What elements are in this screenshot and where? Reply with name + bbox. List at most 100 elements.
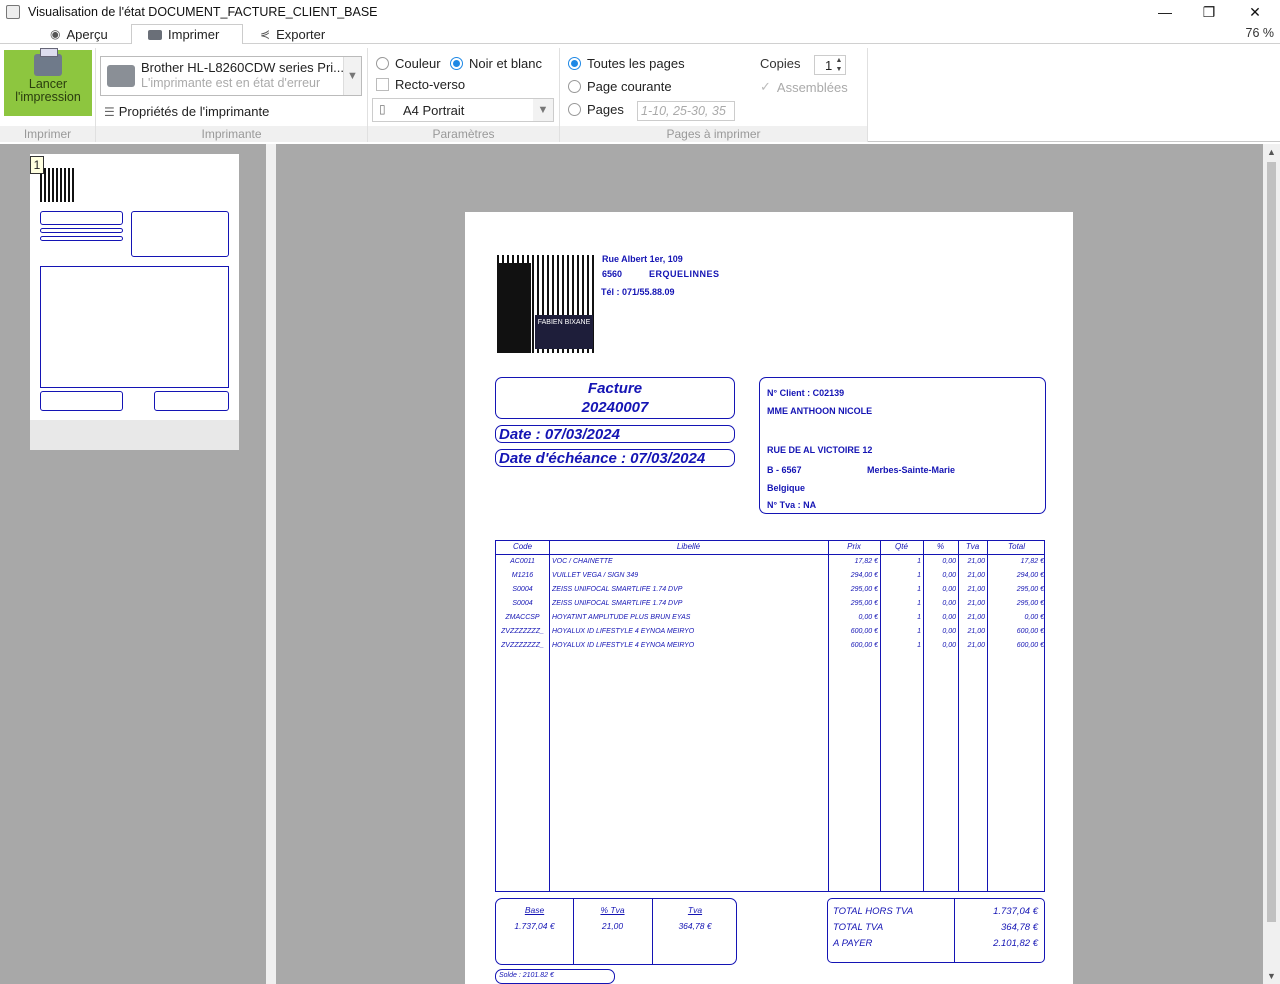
cell-tva: 21,00 (967, 642, 985, 649)
tab-label: Exporter (276, 26, 326, 42)
cell-tva: 21,00 (967, 572, 985, 579)
cell-pct: 0,00 (942, 572, 956, 579)
th-tva: Tva (965, 542, 980, 551)
launch-print-button[interactable]: Lancer l'impression (4, 48, 92, 116)
duplex-checkbox[interactable]: Recto-verso (376, 77, 465, 92)
color-radio[interactable]: Couleur (376, 56, 441, 71)
tab-bar: ◉ Aperçu Imprimer ⋞ Exporter 76 % (0, 24, 1280, 45)
copies-text: Copies (760, 56, 801, 71)
cell-price: 600,00 € (850, 628, 878, 635)
zoom-level: 76 % (1245, 26, 1275, 40)
all-pages-radio[interactable]: Toutes les pages (568, 56, 685, 71)
radio-icon (568, 103, 581, 116)
totals-box: TOTAL HORS TVA 1.737,04 € TOTAL TVA 364,… (827, 898, 1045, 963)
thumb-header-box (40, 211, 123, 225)
total-tva-label: TOTAL TVA (833, 922, 884, 933)
printer-icon (107, 65, 135, 87)
client-vat: N° Tva : NA (767, 500, 817, 510)
vertical-scrollbar[interactable]: ▲ ▼ (1263, 144, 1280, 984)
page-thumbnail[interactable] (30, 154, 239, 450)
close-button[interactable]: ✕ (1232, 0, 1278, 24)
th-total: Total (1007, 542, 1026, 551)
cell-label: VUILLET VEGA / SIGN 349 (552, 572, 639, 579)
copies-label: Copies (760, 56, 800, 71)
chevron-down-icon: ▼ (533, 99, 553, 121)
cell-qty: 1 (917, 614, 921, 621)
preview-viewer: FABIEN BIXANE Rue Albert 1er, 109 6560 E… (276, 144, 1263, 984)
thumb-table (40, 266, 229, 388)
scrollbar-thumb[interactable] (1267, 162, 1276, 922)
scroll-down-icon[interactable]: ▼ (1263, 968, 1280, 984)
tab-exporter[interactable]: ⋞ Exporter (260, 24, 350, 44)
collated-label: Assemblées (776, 79, 848, 95)
cell-code: ZVZZZZZZZ_ (501, 642, 544, 649)
checkmark-icon: ✓ (760, 79, 771, 94)
cell-price: 294,00 € (850, 572, 878, 579)
cell-tva: 21,00 (967, 586, 985, 593)
group-pages: Toutes les pages Page courante Pages 1-1… (560, 48, 868, 142)
launch-label-2: l'impression (15, 90, 81, 104)
cell-code: S0004 (512, 600, 533, 607)
current-page-radio[interactable]: Page courante (568, 79, 672, 94)
table-header: Code Libellé Prix Qté % Tva Total (496, 541, 1044, 555)
thumb-logo (40, 168, 74, 202)
cell-qty: 1 (917, 600, 921, 607)
duplex-label: Recto-verso (395, 77, 466, 92)
table-row: AC0011 VOC / CHAINETTE 17,82 € 1 0,00 21,00 17… (496, 555, 1044, 569)
date-box: Date : 07/03/2024 (495, 425, 735, 443)
paper-select[interactable]: ▯ A4 Portrait ▼ (372, 98, 554, 122)
group-params: Couleur Noir et blanc Recto-verso ▯ A4 P… (368, 48, 560, 142)
minimize-button[interactable]: — (1142, 0, 1188, 24)
cell-total: 600,00 € (1016, 642, 1044, 649)
printer-properties-label: Propriétés de l'imprimante (118, 104, 270, 119)
group-label: Pages à imprimer (560, 126, 867, 142)
cell-total: 295,00 € (1016, 600, 1044, 607)
bw-radio[interactable]: Noir et blanc (450, 56, 542, 71)
cell-tva: 21,00 (967, 558, 985, 565)
pane-splitter[interactable] (266, 144, 276, 984)
pages-radio[interactable]: Pages (568, 102, 624, 117)
client-street: RUE DE AL VICTOIRE 12 (767, 445, 873, 455)
th-label: Libellé (676, 542, 701, 551)
copies-stepper[interactable]: 1 ▲ ▼ (814, 55, 846, 75)
tab-imprimer[interactable]: Imprimer (131, 24, 243, 45)
group-label: Paramètres (368, 126, 559, 142)
restore-button[interactable]: ❐ (1186, 0, 1232, 24)
group-label: Imprimer (0, 126, 95, 142)
printer-select[interactable]: Brother HL-L8260CDW series Pri... L'impr… (100, 56, 362, 96)
thumb-client-box (131, 211, 229, 257)
pages-input[interactable]: 1-10, 25-30, 35 (637, 101, 735, 121)
cell-label: ZEISS UNIFOCAL SMARTLIFE 1.74 DVP (552, 586, 683, 593)
cell-total: 295,00 € (1016, 586, 1044, 593)
tab-apercu[interactable]: ◉ Aperçu (50, 24, 122, 44)
group-printer: Brother HL-L8260CDW series Pri... L'impr… (96, 48, 368, 142)
chevron-down-icon[interactable]: ▼ (343, 57, 361, 95)
vat-rate: 21,00 (601, 921, 624, 931)
stepper-arrows-icon: ▲ ▼ (835, 57, 843, 73)
group-imprimer: Lancer l'impression Imprimer (0, 48, 96, 142)
printer-properties-button[interactable]: ☰ Propriétés de l'imprimante (104, 104, 269, 119)
thumb-footer (30, 420, 239, 450)
cell-tva: 21,00 (967, 600, 985, 607)
tab-label: Imprimer (168, 27, 220, 42)
thumbnail-pane: 1 (0, 144, 266, 984)
company-city: ERQUELINNES (649, 269, 720, 279)
totals-divider (954, 899, 955, 962)
vat-summary-box: Base % Tva Tva 1.737,04 € 21,00 364,78 € (495, 898, 737, 965)
balance-text: Solde : 2101.82 € (499, 972, 554, 979)
table-row: M1216 VUILLET VEGA / SIGN 349 294,00 € 1 0,0… (496, 569, 1044, 583)
thumb-date-box (40, 228, 123, 233)
scroll-up-icon[interactable]: ▲ (1263, 144, 1280, 160)
ribbon: Lancer l'impression Imprimer Brother HL-… (0, 44, 1280, 142)
client-country: Belgique (767, 483, 806, 493)
cell-code: ZMACCSP (505, 614, 540, 621)
radio-icon (376, 57, 389, 70)
balance-box: Solde : 2101.82 € (495, 969, 615, 984)
collated-checkbox[interactable]: ✓ Assemblées (760, 79, 848, 95)
thumb-totals-box (154, 391, 229, 411)
doc-title-box: Facture 20240007 (495, 377, 735, 419)
cell-price: 295,00 € (850, 586, 878, 593)
vat-header-rate: % Tva (600, 905, 625, 915)
cell-qty: 1 (917, 642, 921, 649)
cell-code: M1216 (511, 572, 534, 579)
